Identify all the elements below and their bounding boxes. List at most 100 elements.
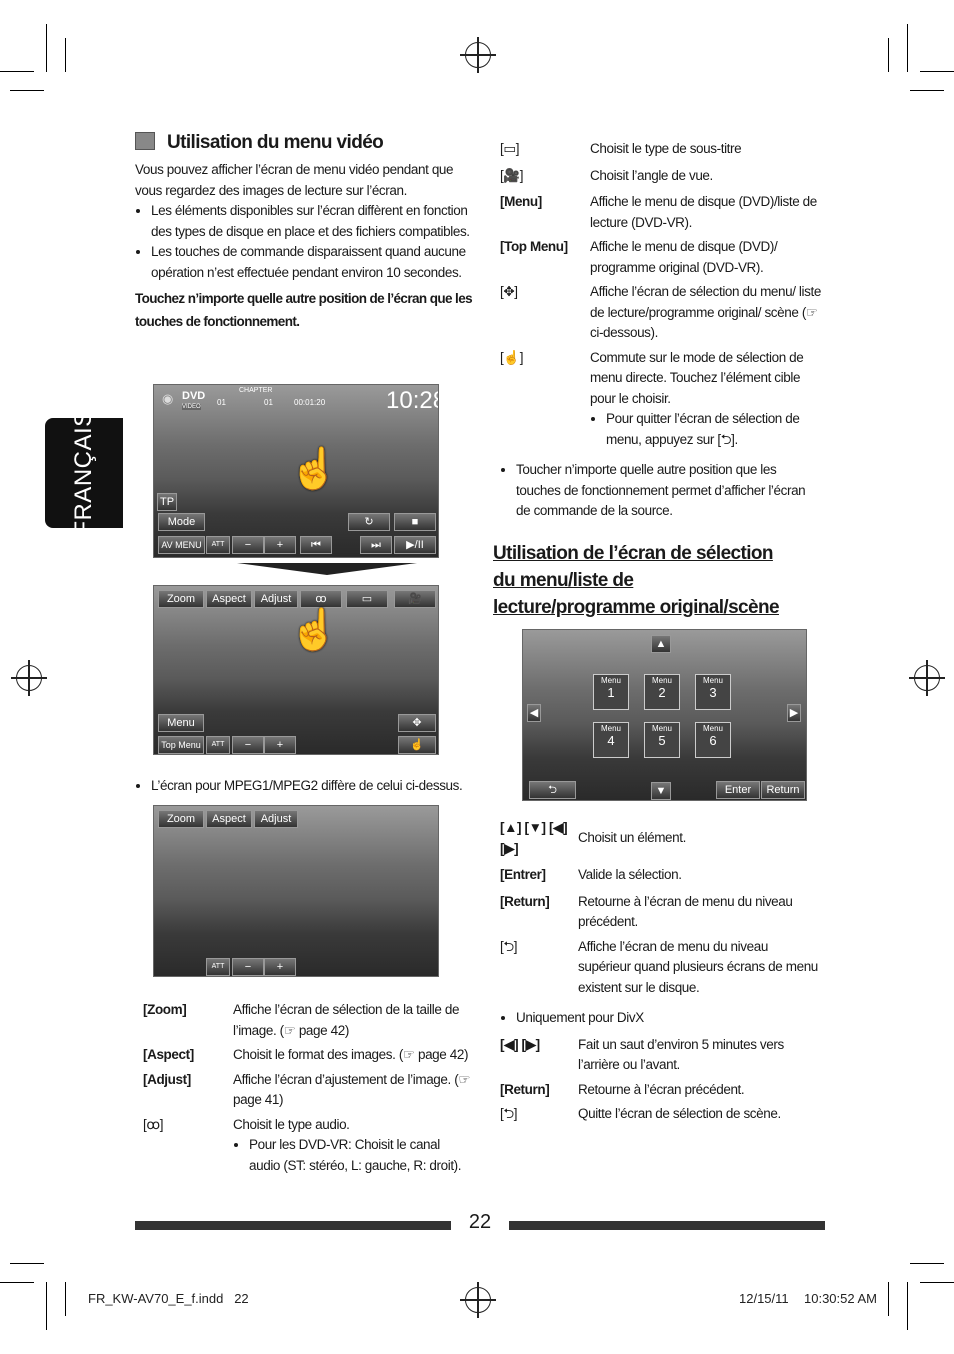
cursor-icon[interactable]: ✥ [398, 714, 436, 732]
menu-item-6[interactable]: Menu 6 [695, 722, 731, 758]
direct-select-icon[interactable]: ☝ [398, 736, 436, 754]
definition-row: [▭] Choisit le type de sous-titre [500, 139, 822, 160]
left-arrow-icon[interactable]: ◀ [527, 704, 541, 722]
title-number: 01 [217, 398, 226, 407]
crop-mark [10, 90, 44, 91]
playback-time: 00:01:20 [294, 398, 326, 407]
menu-control-screen: Zoom Aspect Adjust ꝏ ▭ 🎥 Menu Top Menu A… [153, 585, 439, 755]
direct-select-icon: [☝] [500, 349, 524, 365]
mode-button[interactable]: Mode [158, 513, 205, 531]
up-arrow-icon[interactable]: ▲ [651, 635, 671, 653]
tp-button[interactable]: TP [157, 493, 177, 511]
adjust-button[interactable]: Adjust [254, 810, 298, 828]
previous-icon[interactable]: ⏮ [300, 536, 332, 554]
definition-row: [Top Menu] Affiche le menu de disque (DVD… [500, 239, 778, 275]
definition-row: [Menu] Affiche le menu de disque (DVD)/li… [500, 194, 817, 230]
footer-bar [509, 1221, 825, 1230]
back-icon: [⮌] [500, 1106, 518, 1121]
zoom-button[interactable]: Zoom [158, 590, 204, 608]
att-button[interactable]: ATT [206, 536, 230, 554]
left-column: Utilisation du menu vidéo Vous pouvez af… [135, 132, 475, 333]
source-label: DVD [182, 390, 206, 402]
att-button[interactable]: ATT [206, 958, 230, 976]
right-definitions: [▭] Choisit le type de sous-titre [🎥] Choi… [500, 139, 822, 522]
language-tab: FRANÇAIS [45, 410, 123, 536]
crop-mark [920, 1282, 954, 1283]
angle-icon[interactable]: 🎥 [394, 590, 436, 608]
menu-item-3[interactable]: Menu 3 [695, 674, 731, 710]
repeat-icon[interactable]: ↻ [348, 513, 390, 531]
video-badge: VIDEO [182, 404, 201, 410]
volume-up-button[interactable]: + [264, 536, 296, 554]
av-menu-button[interactable]: AV MENU [158, 536, 205, 554]
crop-mark [888, 1282, 889, 1316]
clock: 10:28 [386, 387, 438, 414]
crop-mark [910, 90, 944, 91]
crop-mark [0, 1282, 34, 1283]
volume-down-button[interactable]: − [232, 536, 264, 554]
next-icon[interactable]: ⏭ [360, 536, 392, 554]
touch-hand-icon: ☝ [289, 608, 339, 652]
back-icon[interactable]: ⮌ [529, 781, 576, 799]
volume-down-button[interactable]: − [232, 958, 264, 976]
section-square-icon [135, 132, 155, 150]
back-icon: [⮌] [500, 938, 518, 954]
definition-row: [⮌] Quitte l’écran de sélection de scène. [500, 1104, 822, 1125]
list-item: Les touches de commande disparaissent qu… [151, 242, 475, 283]
registration-mark-icon [460, 1282, 496, 1318]
top-menu-button[interactable]: Top Menu [158, 736, 204, 754]
crop-mark [65, 1282, 66, 1316]
menu-button[interactable]: Menu [158, 714, 204, 732]
att-button[interactable]: ATT [206, 736, 230, 754]
crop-mark [46, 24, 47, 72]
menu-item-2[interactable]: Menu 2 [644, 674, 680, 710]
definition-row: [▲] [▼] [◀] [▶] Choisit un élément. [500, 820, 686, 856]
volume-down-button[interactable]: − [232, 736, 264, 754]
enter-button[interactable]: Enter [716, 781, 760, 799]
mpeg-screen: Zoom Aspect Adjust ATT − + [153, 805, 439, 977]
right-arrow-icon[interactable]: ▶ [787, 704, 801, 722]
aspect-button[interactable]: Aspect [206, 590, 252, 608]
crop-mark [10, 1263, 44, 1264]
footer-date: 12/15/11 [739, 1291, 789, 1306]
definition-row: [⮌] Affiche l’écran de menu du niveau sup… [500, 937, 822, 999]
stop-icon[interactable]: ■ [394, 513, 436, 531]
aspect-button[interactable]: Aspect [206, 810, 252, 828]
definition-row: [ꝏ]Choisit le type audio.Pour les DVD-VR… [143, 1115, 473, 1177]
volume-up-button[interactable]: + [264, 958, 296, 976]
definition-row: [✥] Affiche l’écran de sélection du menu/… [500, 282, 822, 344]
menu-item-1[interactable]: Menu 1 [593, 674, 629, 710]
mpeg-note: L’écran pour MPEG1/MPEG2 diffère de celu… [135, 776, 475, 797]
section-title: Utilisation du menu vidéo [135, 132, 475, 154]
play-pause-icon[interactable]: ▶/II [394, 536, 436, 554]
bold-note: Touchez n’importe quelle autre position … [135, 291, 473, 329]
menu-selection-screen: ▲ ▼ ◀ ▶ Menu 1 Menu 2 Menu 3 Menu 4 Menu 5 Me… [522, 629, 807, 801]
crop-mark [910, 1263, 944, 1264]
chapter-number: 01 [264, 398, 273, 407]
crop-mark [907, 1282, 908, 1330]
volume-up-button[interactable]: + [264, 736, 296, 754]
list-item: Les éléments disponibles sur l’écran dif… [151, 201, 475, 242]
footer-file: FR_KW-AV70_E_f.indd 22 [88, 1291, 249, 1306]
definition-row: [☝] Commute sur le mode de sélection de m… [500, 348, 822, 451]
page-number: 22 [468, 1211, 492, 1233]
menu-item-5[interactable]: Menu 5 [644, 722, 680, 758]
disc-icon: ◉ [162, 391, 174, 406]
crop-mark [920, 71, 954, 72]
down-arrow-icon[interactable]: ▼ [651, 782, 671, 800]
definition-row: [Zoom] Affiche l’écran de sélection de la… [143, 1002, 460, 1038]
definition-row: [Adjust] Affiche l’écran d’ajustement de … [143, 1071, 471, 1108]
registration-mark-icon [460, 37, 496, 73]
menu-item-4[interactable]: Menu 4 [593, 722, 629, 758]
return-button[interactable]: Return [761, 781, 805, 799]
zoom-button[interactable]: Zoom [158, 810, 204, 828]
definition-row: [◀] [▶] Fait un saut d’environ 5 minutes … [500, 1036, 784, 1073]
angle-icon: [🎥] [500, 167, 524, 183]
subtitle-icon[interactable]: ▭ [346, 590, 388, 608]
crop-mark [907, 24, 908, 72]
crop-mark [46, 1282, 47, 1330]
manual-page: FRANÇAIS Utilisation du menu vidéo Vous … [0, 0, 954, 1354]
registration-mark-icon [909, 660, 945, 696]
bullet-list: Toucher n’importe quelle autre position … [500, 460, 822, 522]
crop-mark [0, 71, 34, 72]
